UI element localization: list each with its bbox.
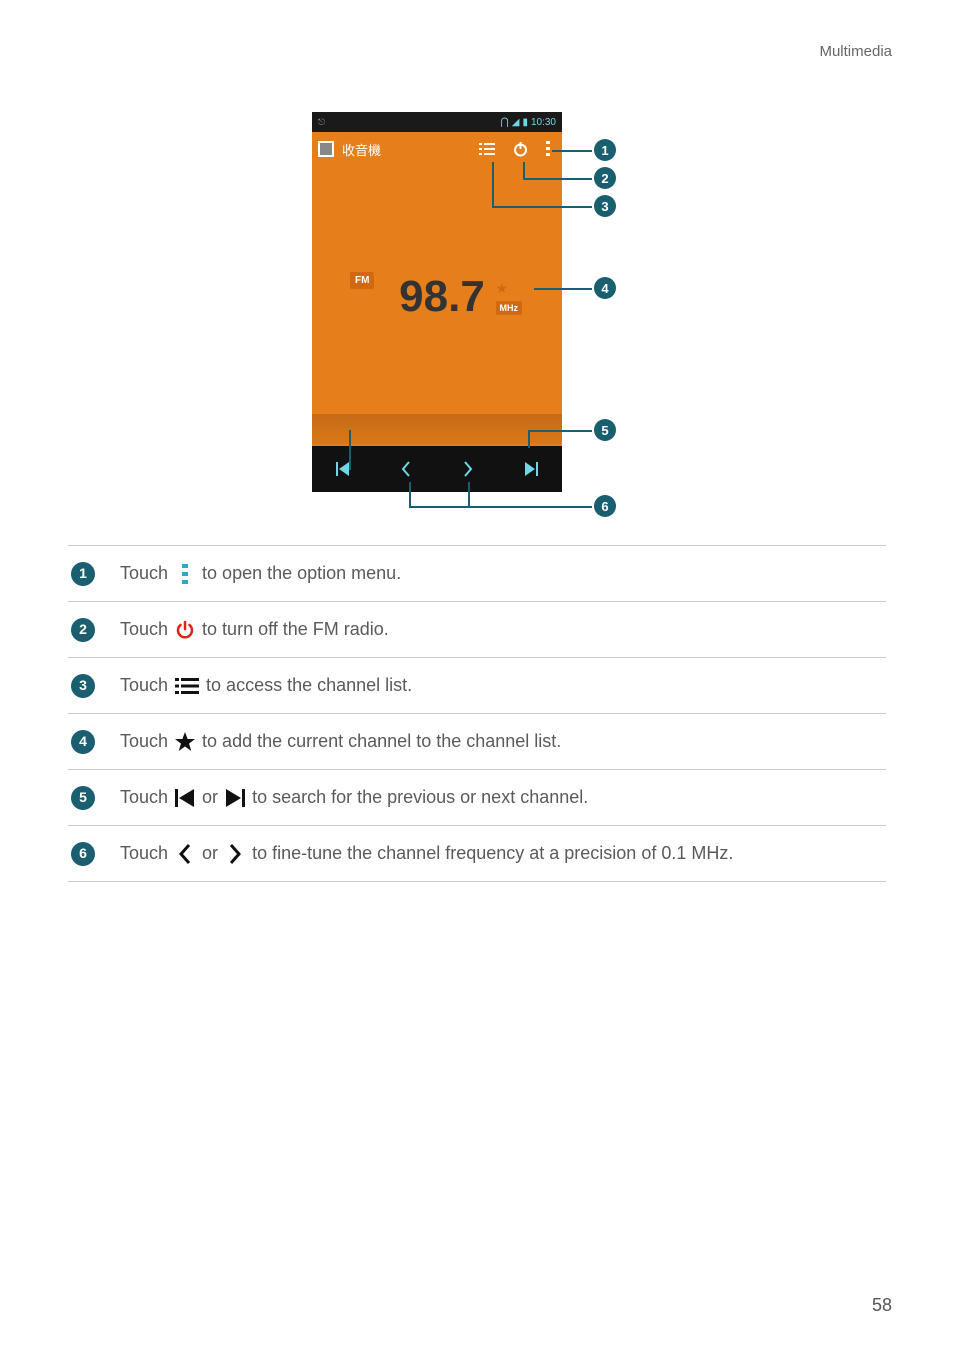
legend-row: 6 Touch or to fine-tune the channel freq… <box>68 825 886 882</box>
power-icon[interactable] <box>513 142 528 157</box>
app-title: 收音機 <box>342 140 471 159</box>
headphone-icon: ⋂ <box>501 117 509 128</box>
leader-line <box>492 206 592 208</box>
skip-next-icon <box>224 789 246 807</box>
frequency-unit: MHz <box>496 301 523 315</box>
leader-line <box>409 506 592 508</box>
page-number: 58 <box>872 1295 892 1316</box>
legend-row: 4 Touch to add the current channel to th… <box>68 713 886 769</box>
leader-line <box>492 162 494 207</box>
favorite-star-icon[interactable]: ★ <box>496 280 509 296</box>
legend-text: Touch <box>120 616 168 643</box>
star-icon <box>174 731 196 753</box>
overflow-menu-icon[interactable] <box>546 141 550 157</box>
channel-list-icon[interactable] <box>479 142 495 156</box>
leader-line <box>468 482 470 506</box>
legend-num: 1 <box>71 562 95 586</box>
leader-line <box>552 150 592 152</box>
tune-down-button[interactable] <box>396 461 416 477</box>
legend-text: to open the option menu. <box>202 560 401 587</box>
legend-num: 4 <box>71 730 95 754</box>
status-time: 10:30 <box>531 117 556 128</box>
power-icon <box>174 620 196 640</box>
app-icon <box>318 141 334 157</box>
legend-num: 3 <box>71 674 95 698</box>
legend-text: Touch <box>120 560 168 587</box>
legend-row: 3 Touch to access the channel list. <box>68 657 886 713</box>
legend-num: 6 <box>71 842 95 866</box>
next-channel-button[interactable] <box>521 462 541 476</box>
fm-badge: FM <box>350 272 374 289</box>
legend-text: Touch <box>120 728 168 755</box>
battery-icon: ▮ <box>522 117 528 128</box>
frequency-display: FM 98.7 ★ MHz <box>312 272 562 322</box>
leader-line <box>528 430 530 448</box>
leader-line <box>349 430 351 470</box>
figure: ⎋ ⋂ ◢ ▮ 10:30 收音機 <box>0 112 954 517</box>
callout-2: 2 <box>594 167 616 189</box>
overflow-menu-icon <box>174 564 196 584</box>
legend-row: 5 Touch or to search for the previous or… <box>68 769 886 825</box>
leader-line <box>523 178 592 180</box>
legend-num: 2 <box>71 618 95 642</box>
status-bar: ⎋ ⋂ ◢ ▮ 10:30 <box>312 112 562 132</box>
legend-text: to add the current channel to the channe… <box>202 728 561 755</box>
leader-line <box>534 288 592 290</box>
legend-text: Touch <box>120 784 168 811</box>
legend-text: Touch <box>120 840 168 867</box>
channel-list-icon <box>174 677 200 695</box>
callout-5: 5 <box>594 419 616 441</box>
callout-4: 4 <box>594 277 616 299</box>
status-left-icon: ⎋ <box>318 117 325 128</box>
callout-3: 3 <box>594 195 616 217</box>
tune-up-button[interactable] <box>458 461 478 477</box>
legend-text: to turn off the FM radio. <box>202 616 389 643</box>
callout-1: 1 <box>594 139 616 161</box>
legend-text: to search for the previous or next chann… <box>252 784 588 811</box>
signal-icon: ◢ <box>512 117 520 128</box>
chevron-right-icon <box>224 844 246 864</box>
legend-num: 5 <box>71 786 95 810</box>
app-toolbar: 收音機 <box>312 132 562 166</box>
legend-table: 1 Touch to open the option menu. 2 Touch… <box>68 545 886 882</box>
legend-row: 1 Touch to open the option menu. <box>68 545 886 601</box>
callout-6: 6 <box>594 495 616 517</box>
legend-text: or <box>202 840 218 867</box>
legend-text: to access the channel list. <box>206 672 412 699</box>
leader-line <box>409 482 411 506</box>
skip-prev-icon <box>174 789 196 807</box>
legend-row: 2 Touch to turn off the FM radio. <box>68 601 886 657</box>
legend-text: Touch <box>120 672 168 699</box>
legend-text: or <box>202 784 218 811</box>
header-section: Multimedia <box>819 43 892 60</box>
chevron-left-icon <box>174 844 196 864</box>
leader-line <box>528 430 592 432</box>
legend-text: to fine-tune the channel frequency at a … <box>252 840 733 867</box>
frequency-value: 98.7 <box>399 272 485 322</box>
